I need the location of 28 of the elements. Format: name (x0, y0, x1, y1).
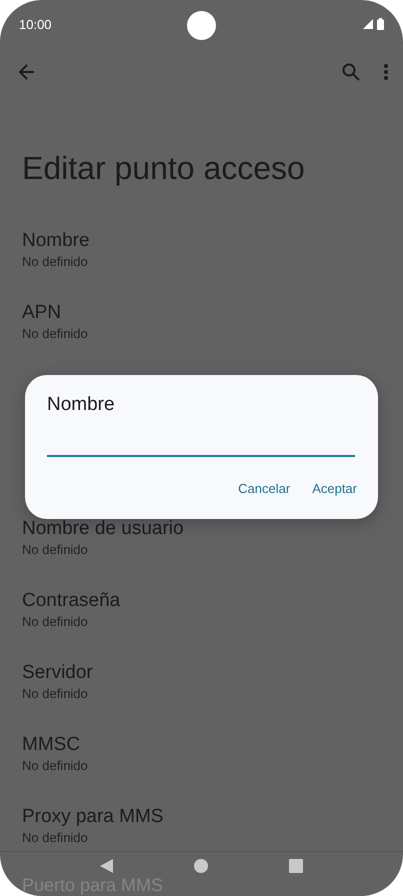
signal-icon (363, 19, 373, 29)
battery-icon (377, 18, 384, 30)
setting-value: No definido (22, 326, 88, 342)
status-time: 10:00 (19, 16, 52, 32)
setting-value: No definido (22, 614, 88, 630)
page-title: Editar punto acceso (22, 149, 305, 188)
home-icon[interactable] (194, 859, 208, 873)
accept-button[interactable]: Aceptar (312, 477, 357, 500)
setting-label: Servidor (22, 661, 93, 685)
setting-label: Nombre (22, 229, 90, 253)
camera-cutout (187, 11, 216, 40)
setting-label: APN (22, 301, 62, 325)
back-arrow-icon[interactable] (17, 62, 37, 82)
more-options-icon[interactable] (383, 63, 389, 81)
setting-value: No definido (22, 254, 88, 270)
setting-value: No definido (22, 542, 88, 558)
setting-label: MMSC (22, 733, 80, 757)
search-icon[interactable] (342, 63, 360, 81)
setting-label: Contraseña (22, 589, 120, 613)
cancel-button[interactable]: Cancelar (238, 477, 290, 500)
setting-label: Proxy para MMS (22, 805, 164, 829)
setting-value: No definido (22, 686, 88, 702)
recents-icon[interactable] (288, 859, 303, 873)
back-icon[interactable] (100, 859, 114, 873)
setting-value: No definido (22, 830, 88, 846)
dialog-title: Nombre (47, 393, 115, 417)
setting-label: Nombre de usuario (22, 517, 184, 541)
setting-value: No definido (22, 758, 88, 774)
